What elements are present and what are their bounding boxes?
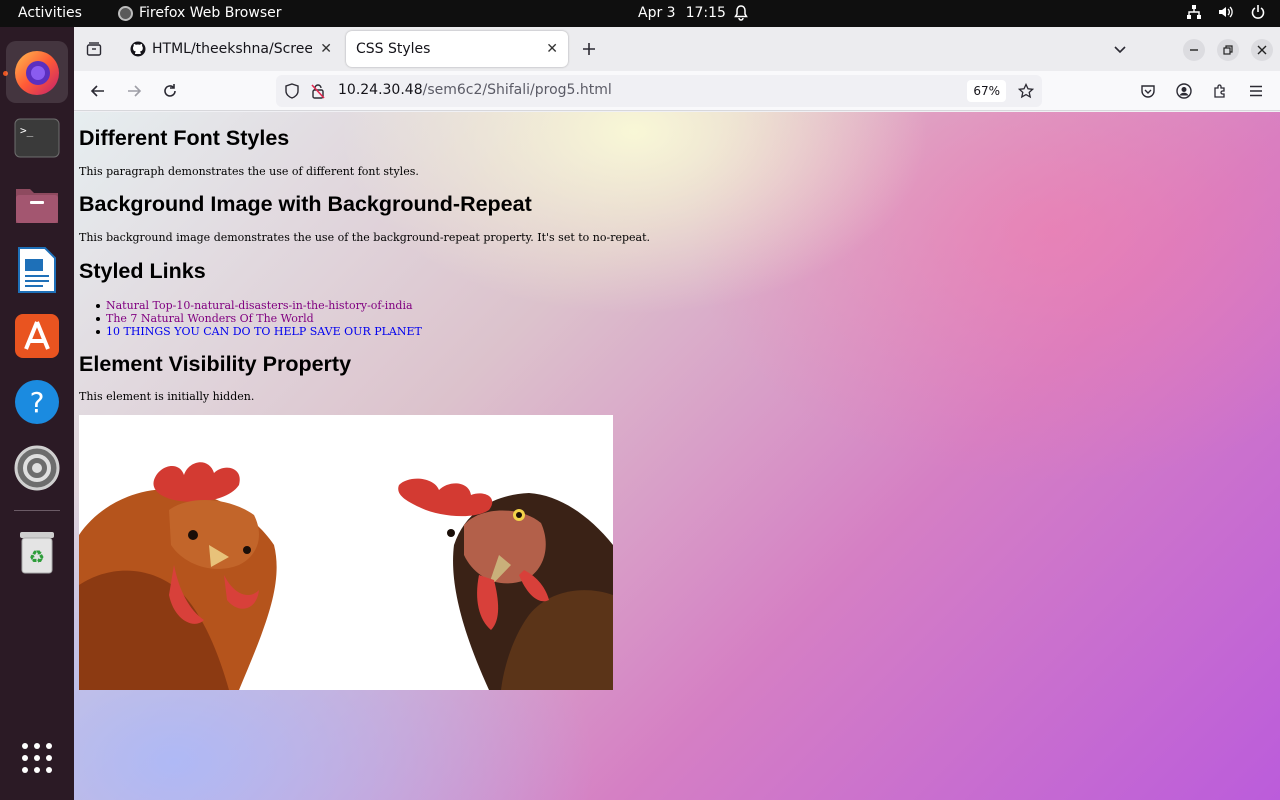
dock-terminal[interactable]: >_ <box>6 107 68 169</box>
new-tab-button[interactable] <box>577 37 601 61</box>
list-item: The 7 Natural Wonders Of The World <box>96 312 422 325</box>
files-folder-icon <box>16 189 58 223</box>
github-icon <box>130 41 146 57</box>
svg-text:?: ? <box>30 386 45 419</box>
list-all-tabs-button[interactable] <box>1108 37 1132 61</box>
writer-document-icon <box>18 247 56 293</box>
puzzle-piece-icon <box>1214 84 1225 98</box>
system-top-bar: Activities Firefox Web Browser Apr 3 17:… <box>0 0 1280 27</box>
list-item: 10 THINGS YOU CAN DO TO HELP SAVE OUR PL… <box>96 325 422 338</box>
link-save-planet[interactable]: 10 THINGS YOU CAN DO TO HELP SAVE OUR PL… <box>106 325 422 338</box>
back-arrow-icon <box>90 85 104 97</box>
dock-separator <box>14 510 60 511</box>
forward-button[interactable] <box>122 79 146 103</box>
account-button[interactable] <box>1172 79 1196 103</box>
show-apps-button[interactable] <box>6 727 68 789</box>
reload-icon <box>164 84 176 97</box>
paragraph-font-styles: This paragraph demonstrates the use of d… <box>79 165 419 178</box>
firefox-icon <box>118 5 133 21</box>
dock-trash[interactable]: ♻ <box>6 521 68 583</box>
forward-arrow-icon <box>128 85 142 97</box>
help-icon: ? <box>15 380 59 424</box>
app-menu-button[interactable] <box>1244 79 1268 103</box>
restore-button[interactable] <box>1217 39 1239 61</box>
activities-button[interactable]: Activities <box>18 5 82 21</box>
tracking-protection-shield-icon[interactable] <box>284 83 300 103</box>
firefox-window: HTML/theekshna/Screen ✕ CSS Styles ✕ 10.… <box>74 27 1280 800</box>
account-icon <box>1176 83 1192 99</box>
chickens-image <box>79 415 613 690</box>
url-bar[interactable]: 10.24.30.48/sem6c2/Shifali/prog5.html 67… <box>276 75 1042 107</box>
terminal-icon: >_ <box>14 118 60 158</box>
paragraph-background: This background image demonstrates the u… <box>79 231 651 244</box>
network-icon <box>1186 4 1202 20</box>
tab-strip: HTML/theekshna/Screen ✕ CSS Styles ✕ <box>74 27 1280 71</box>
chevron-down-icon <box>1114 46 1126 54</box>
settings-gear-icon <box>14 445 60 491</box>
close-window-button[interactable] <box>1251 39 1273 61</box>
app-grid-icon <box>22 743 52 773</box>
app-name: Firefox Web Browser <box>139 5 282 21</box>
dock-firefox[interactable] <box>6 41 68 103</box>
heading-font-styles: Different Font Styles <box>79 126 290 150</box>
zoom-indicator[interactable]: 67% <box>967 80 1006 102</box>
power-icon <box>1250 4 1266 20</box>
svg-text:♻: ♻ <box>29 547 45 568</box>
navigation-toolbar: 10.24.30.48/sem6c2/Shifali/prog5.html 67… <box>74 71 1280 111</box>
firefox-view-icon <box>86 42 102 56</box>
firefox-icon <box>15 51 59 95</box>
insecure-lock-icon[interactable] <box>310 83 326 103</box>
extensions-button[interactable] <box>1208 79 1232 103</box>
svg-text:>_: >_ <box>20 124 34 137</box>
dock-app-center[interactable] <box>6 305 68 367</box>
heading-visibility: Element Visibility Property <box>79 352 352 376</box>
hamburger-menu-icon <box>1250 85 1262 97</box>
plus-icon <box>583 43 595 55</box>
tab-label: HTML/theekshna/Screen <box>152 41 313 57</box>
system-tray[interactable] <box>1186 4 1266 20</box>
url-path: /sem6c2/Shifali/prog5.html <box>422 82 612 98</box>
tab-github[interactable]: HTML/theekshna/Screen ✕ <box>120 31 342 67</box>
minimize-icon <box>1190 49 1198 51</box>
firefox-view-button[interactable] <box>82 37 106 61</box>
tab-label: CSS Styles <box>356 41 431 57</box>
paragraph-visibility: This element is initially hidden. <box>79 390 255 403</box>
close-icon <box>1257 45 1267 55</box>
volume-icon <box>1218 4 1234 20</box>
trash-icon: ♻ <box>20 532 54 574</box>
back-button[interactable] <box>86 79 110 103</box>
tab-css-styles[interactable]: CSS Styles ✕ <box>346 31 568 67</box>
app-menu[interactable]: Firefox Web Browser <box>118 5 282 21</box>
tab-close-icon[interactable]: ✕ <box>320 41 332 57</box>
clock[interactable]: Apr 3 17:15 <box>638 5 726 21</box>
reload-button[interactable] <box>158 79 182 103</box>
dock: >_ ? ♻ <box>0 27 74 800</box>
list-item: Natural Top-10-natural-disasters-in-the-… <box>96 299 422 312</box>
dock-files[interactable] <box>6 173 68 235</box>
app-center-icon <box>15 314 59 358</box>
minimize-button[interactable] <box>1183 39 1205 61</box>
url-text: 10.24.30.48/sem6c2/Shifali/prog5.html <box>338 82 612 98</box>
dock-settings[interactable] <box>6 437 68 499</box>
pocket-icon <box>1141 85 1155 98</box>
pocket-button[interactable] <box>1136 79 1160 103</box>
url-host: 10.24.30.48 <box>338 82 423 98</box>
dock-libreoffice-writer[interactable] <box>6 239 68 301</box>
bookmark-star-icon[interactable] <box>1017 82 1035 103</box>
heading-styled-links: Styled Links <box>79 259 206 283</box>
clock-time: 17:15 <box>685 5 726 21</box>
link-natural-wonders[interactable]: The 7 Natural Wonders Of The World <box>106 312 314 325</box>
link-natural-disasters[interactable]: Natural Top-10-natural-disasters-in-the-… <box>106 299 413 312</box>
tab-close-icon[interactable]: ✕ <box>546 41 558 57</box>
heading-background: Background Image with Background-Repeat <box>79 192 532 216</box>
restore-icon <box>1223 45 1233 55</box>
links-list: Natural Top-10-natural-disasters-in-the-… <box>96 299 422 338</box>
dock-help[interactable]: ? <box>6 371 68 433</box>
notification-bell-icon[interactable] <box>734 5 748 25</box>
page-viewport[interactable]: Different Font Styles This paragraph dem… <box>74 112 1280 800</box>
clock-date: Apr 3 <box>638 5 676 21</box>
